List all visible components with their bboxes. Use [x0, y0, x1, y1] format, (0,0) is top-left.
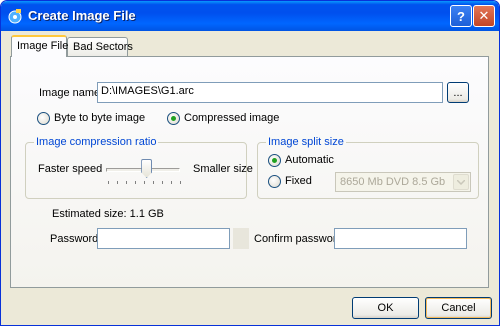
confirm-password-label: Confirm password:: [254, 233, 346, 245]
slider-tick: [108, 181, 109, 184]
image-name-label: Image name:: [39, 87, 104, 99]
faster-speed-label: Faster speed: [38, 163, 103, 175]
slider-tick: [117, 181, 118, 184]
fixed-label[interactable]: Fixed: [285, 175, 312, 187]
slider-tick: [135, 181, 136, 184]
chevron-down-icon[interactable]: [453, 174, 469, 190]
password-strength-indicator: [233, 228, 249, 249]
ok-button[interactable]: OK: [352, 297, 419, 319]
compression-slider-thumb[interactable]: [141, 159, 153, 178]
create-image-dialog: Create Image File ? ✕ Image File Bad Sec…: [0, 0, 500, 326]
byte-to-byte-label[interactable]: Byte to byte image: [54, 112, 145, 124]
title-bar[interactable]: Create Image File ? ✕: [1, 1, 499, 31]
split-size-select[interactable]: 8650 Mb DVD 8.5 Gb: [335, 172, 471, 192]
compression-group-title: Image compression ratio: [34, 136, 159, 148]
image-name-input[interactable]: D:\IMAGES\G1.arc: [97, 82, 443, 103]
cancel-button[interactable]: Cancel: [425, 297, 492, 319]
browse-button[interactable]: ...: [447, 82, 469, 103]
close-icon: ✕: [478, 8, 490, 23]
browse-button-label: ...: [453, 86, 463, 99]
byte-to-byte-radio[interactable]: [37, 112, 50, 125]
password-label: Password:: [50, 233, 102, 245]
smaller-size-label: Smaller size: [193, 163, 253, 175]
image-file-panel: Image name: D:\IMAGES\G1.arc ... Byte to…: [10, 56, 489, 288]
compression-group: Image compression ratio Faster speed Sma…: [25, 136, 253, 199]
cancel-button-label: Cancel: [441, 302, 476, 314]
slider-tick: [126, 181, 127, 184]
fixed-radio[interactable]: [268, 175, 281, 188]
confirm-password-input[interactable]: [334, 228, 467, 249]
app-icon: [8, 9, 22, 24]
compressed-image-label[interactable]: Compressed image: [184, 112, 279, 124]
compressed-image-radio[interactable]: [167, 112, 180, 125]
window-title: Create Image File: [28, 8, 136, 23]
tab-bad-sectors[interactable]: Bad Sectors: [67, 37, 133, 57]
password-input[interactable]: [97, 228, 230, 249]
automatic-label[interactable]: Automatic: [285, 154, 334, 166]
estimated-size-text: Estimated size: 1.1 GB: [52, 208, 164, 220]
tab-bad-sectors-label: Bad Sectors: [73, 41, 133, 53]
automatic-radio[interactable]: [268, 154, 281, 167]
slider-tick: [180, 181, 181, 184]
split-size-group: Image split size Automatic Fixed 8650 Mb…: [257, 136, 479, 199]
ok-button-label: OK: [377, 302, 394, 314]
help-button[interactable]: ?: [450, 5, 472, 27]
tab-image-file-label: Image File: [17, 40, 69, 52]
slider-tick: [144, 181, 145, 184]
close-button[interactable]: ✕: [473, 5, 495, 27]
slider-tick: [171, 181, 172, 184]
help-icon: ?: [457, 8, 465, 24]
tab-image-file[interactable]: Image File: [11, 35, 69, 57]
slider-tick: [153, 181, 154, 184]
slider-tick: [162, 181, 163, 184]
split-size-group-title: Image split size: [266, 136, 346, 148]
split-size-value: 8650 Mb DVD 8.5 Gb: [340, 176, 446, 188]
